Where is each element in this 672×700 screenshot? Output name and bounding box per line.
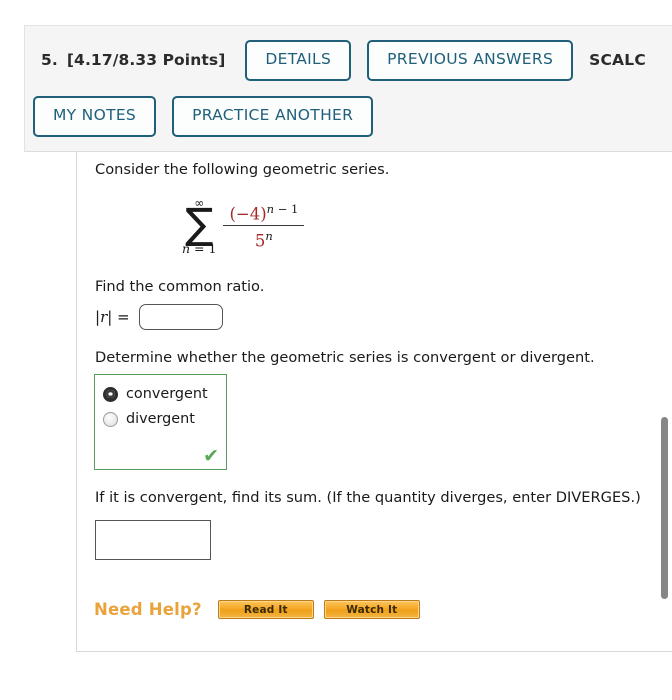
correct-checkmark-icon: ✔ — [203, 445, 219, 467]
choice-convergent[interactable]: convergent — [103, 386, 226, 402]
header-row-secondary: MY NOTES PRACTICE ANOTHER — [33, 96, 389, 137]
read-it-button[interactable]: Read It — [217, 600, 314, 619]
vertical-scrollbar-thumb[interactable] — [661, 417, 668, 599]
practice-another-button[interactable]: PRACTICE ANOTHER — [172, 96, 374, 137]
my-notes-button[interactable]: MY NOTES — [33, 96, 157, 137]
watch-it-button[interactable]: Watch It — [323, 600, 420, 619]
choice-convergent-label: convergent — [126, 386, 208, 402]
common-ratio-row: |r| = — [95, 304, 223, 330]
fraction-numerator: (−4)n − 1 — [223, 202, 304, 225]
abs-close-eq: | = — [107, 308, 130, 326]
fraction-denominator: 5n — [249, 226, 279, 250]
summation-lower-eq: = 1 — [190, 240, 217, 256]
numerator-exponent-rest: − 1 — [274, 201, 299, 216]
choice-divergent[interactable]: divergent — [103, 411, 226, 427]
convergence-choice-group: convergent divergent ✔ — [94, 374, 227, 470]
sum-answer-input[interactable] — [95, 520, 211, 560]
series-expression: ∞ ∑ n = 1 (−4)n − 1 5n — [182, 197, 305, 255]
vertical-scrollbar-track[interactable] — [658, 152, 672, 652]
denominator-base: 5 — [254, 231, 266, 251]
common-ratio-label: |r| = — [95, 308, 130, 326]
previous-answers-button[interactable]: PREVIOUS ANSWERS — [367, 40, 574, 81]
fraction: (−4)n − 1 5n — [223, 202, 305, 251]
numerator-exponent-var: n — [266, 201, 275, 216]
choice-divergent-label: divergent — [126, 411, 195, 427]
numerator-base: (−4) — [229, 203, 267, 223]
need-help-section: Need Help? Read It Watch It — [94, 600, 430, 619]
page-root: 5. [4.17/8.33 Points] DETAILS PREVIOUS A… — [0, 0, 672, 700]
determine-convergence-prompt: Determine whether the geometric series i… — [95, 349, 595, 366]
summation-lower-limit: n = 1 — [182, 240, 217, 256]
denominator-exponent: n — [265, 229, 273, 244]
common-ratio-input[interactable] — [138, 304, 223, 330]
radio-unselected-icon[interactable] — [103, 411, 118, 427]
find-ratio-prompt: Find the common ratio. — [95, 278, 265, 295]
need-help-label: Need Help? — [94, 600, 202, 619]
sigma-icon: ∑ — [185, 199, 214, 248]
numerator-exponent: n − 1 — [267, 202, 299, 216]
details-button[interactable]: DETAILS — [245, 40, 352, 81]
radio-selected-icon[interactable] — [103, 386, 118, 402]
question-content-panel: Consider the following geometric series.… — [76, 152, 672, 652]
sum-prompt: If it is convergent, find its sum. (If t… — [95, 489, 641, 506]
summation-index-var: n — [182, 240, 191, 256]
header-row-primary: 5. [4.17/8.33 Points] DETAILS PREVIOUS A… — [41, 40, 646, 81]
summation-operator: ∞ ∑ n = 1 — [182, 197, 216, 255]
points-earned: [4.17/8.33 Points] — [66, 51, 226, 70]
question-header-panel: 5. [4.17/8.33 Points] DETAILS PREVIOUS A… — [24, 25, 672, 152]
question-number: 5. — [41, 51, 58, 70]
textbook-source-code: SCALC — [589, 51, 646, 70]
prompt-intro: Consider the following geometric series. — [95, 161, 390, 178]
